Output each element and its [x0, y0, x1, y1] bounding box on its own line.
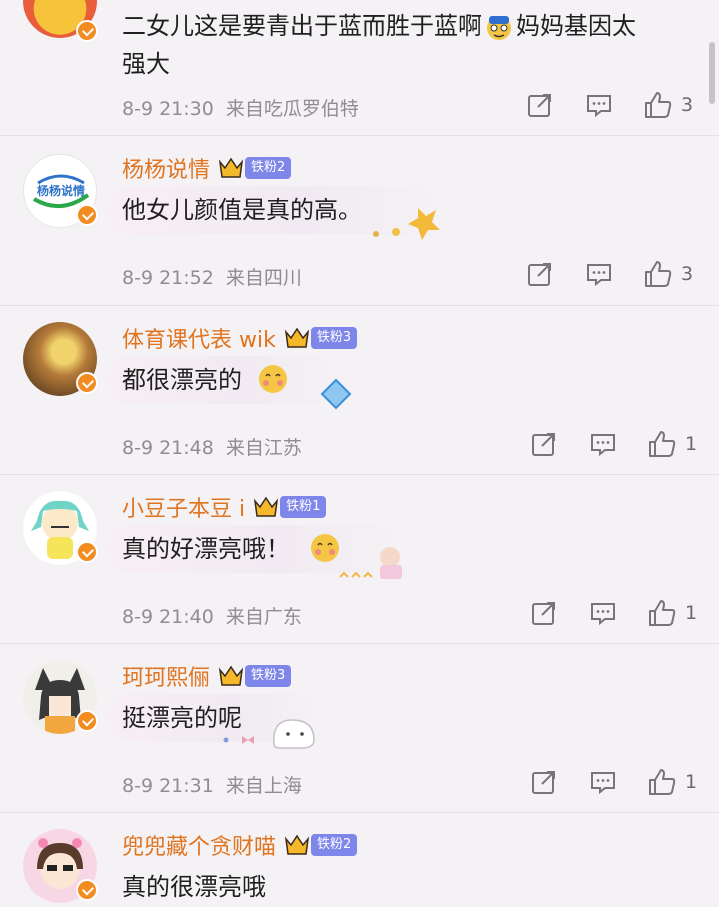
like-icon[interactable] — [647, 429, 677, 459]
comment-icon[interactable] — [589, 768, 619, 798]
verified-icon — [76, 541, 98, 563]
like-count: 1 — [685, 433, 698, 455]
comment-item: 珂珂熙俪 铁粉3 挺漂亮的呢 8-9 21:31 来自上海 1 — [0, 644, 719, 813]
like-icon[interactable] — [647, 767, 677, 797]
fan-badge: 铁粉1 — [280, 496, 327, 518]
bubble-decoration-icon — [336, 543, 408, 587]
comment-item: 杨杨说情 杨杨说情 铁粉2 他女儿颜值是真的高。 8-9 21:52 来自四川 … — [0, 136, 719, 306]
comment-source: 来自江苏 — [225, 437, 302, 459]
share-icon[interactable] — [526, 260, 556, 290]
comment-item: 小豆子本豆 i 铁粉1 真的好漂亮哦！ 8-9 21:40 来自广东 1 — [0, 475, 719, 644]
user-name[interactable]: 小豆子本豆 i 铁粉1 — [122, 492, 327, 522]
comment-item: 兜兜藏个贪财喵 铁粉2 真的很漂亮哦 — [0, 813, 719, 904]
comment-time: 8-9 21:30 — [122, 98, 214, 120]
comment-text: 真的好漂亮哦！ — [122, 535, 290, 563]
comment-icon[interactable] — [589, 599, 619, 629]
like-count: 1 — [685, 602, 698, 624]
share-icon[interactable] — [526, 91, 556, 121]
comment-meta: 8-9 21:30 来自吃瓜罗伯特 — [122, 94, 359, 121]
svg-text:杨杨说情: 杨杨说情 — [37, 183, 85, 198]
like-count: 1 — [685, 771, 698, 793]
like-icon[interactable] — [643, 90, 673, 120]
comment-text: 他女儿颜值是真的高。 — [122, 196, 362, 224]
comment-time: 8-9 21:40 — [122, 606, 214, 628]
comment-source: 来自广东 — [225, 606, 302, 628]
bubble-decoration-icon — [366, 202, 446, 250]
verified-icon — [76, 879, 98, 901]
comment-time: 8-9 21:31 — [122, 775, 214, 797]
share-icon[interactable] — [530, 599, 560, 629]
comment-item: 体育课代表 wik 铁粉3 都很漂亮的 8-9 21:48 来自江苏 1 — [0, 306, 719, 475]
comment-text: 二女儿这是要青出于蓝而胜于蓝啊 妈妈基因太 — [122, 12, 636, 42]
verified-icon — [76, 372, 98, 394]
diamond-icon — [316, 378, 356, 414]
verified-icon — [76, 710, 98, 732]
like-icon[interactable] — [643, 259, 673, 289]
user-name[interactable]: 杨杨说情 铁粉2 — [122, 153, 292, 183]
verified-icon — [76, 20, 98, 42]
crown-icon — [253, 495, 279, 519]
comment-text: 真的很漂亮哦 — [122, 873, 266, 901]
crown-icon — [218, 156, 244, 180]
comment-source: 来自上海 — [225, 775, 302, 797]
like-count: 3 — [681, 263, 694, 285]
fan-badge: 铁粉2 — [311, 834, 358, 856]
fan-badge: 铁粉3 — [310, 327, 358, 349]
comment-text: 都很漂亮的 — [122, 366, 242, 394]
smile-emoji-icon — [256, 362, 290, 400]
verified-icon — [76, 204, 98, 226]
comment-text: 挺漂亮的呢 — [122, 704, 242, 732]
share-icon[interactable] — [530, 768, 560, 798]
comment-item: 二女儿这是要青出于蓝而胜于蓝啊 妈妈基因太 强大 8-9 21:30 来自吃瓜罗… — [0, 0, 719, 136]
comment-meta: 8-9 21:40 来自广东 — [122, 602, 302, 629]
like-count: 3 — [681, 94, 694, 116]
comment-time: 8-9 21:48 — [122, 437, 214, 459]
comment-time: 8-9 21:52 — [122, 267, 214, 289]
user-name[interactable]: 兜兜藏个贪财喵 铁粉2 — [122, 830, 358, 860]
comment-meta: 8-9 21:52 来自四川 — [122, 263, 302, 290]
fan-badge: 铁粉3 — [245, 665, 292, 687]
comment-source: 来自吃瓜罗伯特 — [225, 98, 359, 120]
emoji-icon — [484, 12, 514, 42]
comment-source: 来自四川 — [225, 267, 302, 289]
fan-badge: 铁粉2 — [245, 157, 292, 179]
user-name[interactable]: 体育课代表 wik 铁粉3 — [122, 323, 358, 353]
comment-icon[interactable] — [585, 260, 615, 290]
crown-icon — [284, 326, 310, 350]
comment-text-line2: 强大 — [122, 50, 170, 78]
comment-icon[interactable] — [589, 430, 619, 460]
comment-meta: 8-9 21:48 来自江苏 — [122, 433, 302, 460]
comment-meta: 8-9 21:31 来自上海 — [122, 771, 302, 798]
user-name[interactable]: 珂珂熙俪 铁粉3 — [122, 661, 292, 691]
comment-icon[interactable] — [585, 91, 615, 121]
crown-icon — [284, 833, 310, 857]
crown-icon — [218, 664, 244, 688]
share-icon[interactable] — [530, 430, 560, 460]
like-icon[interactable] — [647, 598, 677, 628]
